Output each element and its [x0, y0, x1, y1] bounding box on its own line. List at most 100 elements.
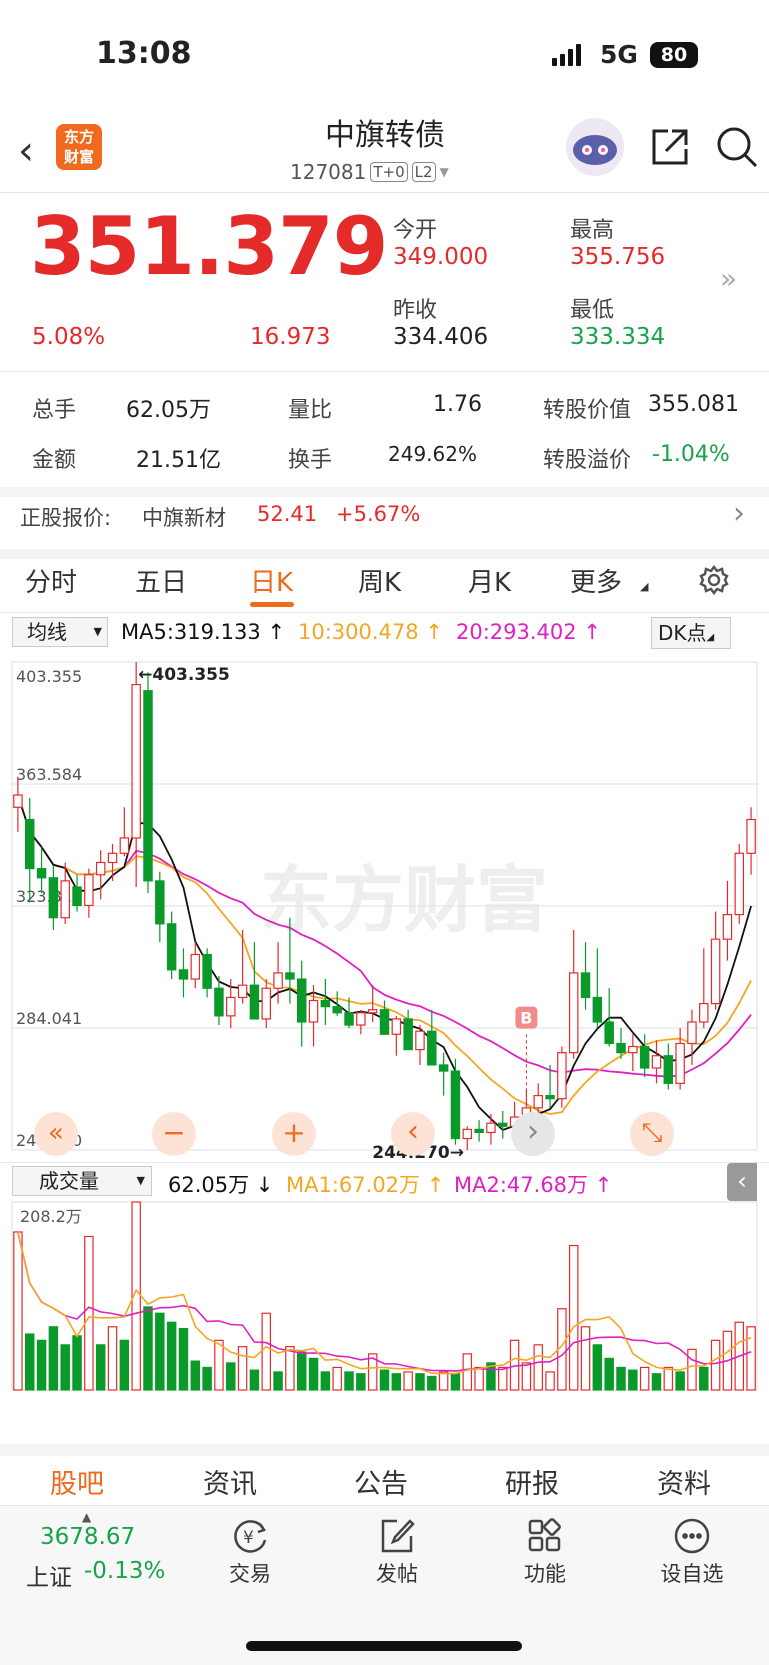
settings-gear-icon[interactable] [698, 564, 730, 600]
volume-bar [438, 1371, 449, 1391]
candle-body [190, 953, 201, 980]
nav-post[interactable]: 发帖 [347, 1516, 447, 1596]
dk-point-button[interactable]: DK点◢ [651, 617, 731, 649]
candle-body [143, 690, 153, 882]
candle-body [651, 1055, 662, 1069]
scroll-start-button[interactable]: « [34, 1112, 78, 1156]
volume-max-label: 208.2万 [20, 1207, 82, 1226]
ma5-legend: MA5:319.133 ↑ [121, 620, 286, 644]
vol-ma2-value: MA2:47.68万 [454, 1173, 589, 1197]
tab-announcements[interactable]: 公告 [354, 1462, 408, 1501]
index-name: 上证 [26, 1565, 72, 1591]
zoom-out-button[interactable]: − [152, 1112, 196, 1156]
volume-bar [60, 1344, 70, 1391]
candle-body [545, 1095, 555, 1100]
last-price: 351.379 [30, 200, 388, 293]
candle-body [486, 1122, 496, 1134]
candle-body [498, 1122, 508, 1127]
tab-intraday[interactable]: 分时 [25, 562, 77, 599]
tab-weekly-k[interactable]: 周K [358, 562, 401, 599]
low-value: 333.334 [570, 324, 666, 350]
candle-body [166, 923, 177, 971]
tab-profile[interactable]: 资料 [657, 1462, 711, 1501]
logo-line1: 东方 [63, 128, 94, 146]
nav-add-watchlist[interactable]: 设自选 [642, 1516, 742, 1596]
candle-body [639, 1045, 650, 1069]
tab-forum[interactable]: 股吧 [50, 1462, 104, 1501]
tab-more[interactable]: 更多 [570, 562, 622, 599]
candle-body [533, 1095, 543, 1109]
candle-body [332, 1006, 342, 1014]
volume-bar [13, 1231, 23, 1391]
search-icon[interactable] [714, 124, 760, 174]
max-price-label: ←403.355 [138, 665, 230, 685]
candle-body [60, 880, 70, 919]
side-panel-toggle[interactable]: ‹ [727, 1163, 757, 1201]
expand-chevron-icon[interactable]: » [720, 262, 737, 295]
nav-trade[interactable]: ¥ 交易 [200, 1516, 300, 1596]
edit-icon [377, 1516, 417, 1556]
code-row[interactable]: 127081 T+0 L2 ▼ [290, 160, 449, 184]
candle-body [296, 978, 307, 1023]
volume-bar [143, 1306, 153, 1391]
candle-body [675, 1042, 685, 1084]
scroll-right-button[interactable]: › [511, 1112, 555, 1156]
candle-body [403, 1018, 413, 1051]
index-ticker[interactable]: 3678.67 上证 -0.13% [0, 1520, 176, 1591]
selector-caret-icon: ▼ [93, 625, 102, 638]
back-icon[interactable]: ‹ [18, 128, 34, 174]
candle-body [13, 794, 23, 808]
volume-bar [155, 1312, 165, 1391]
nav-add-watchlist-label: 设自选 [660, 1562, 724, 1586]
dk-caret-icon: ◢ [706, 632, 715, 643]
nav-functions[interactable]: 功能 [495, 1516, 595, 1596]
tab-five-day[interactable]: 五日 [135, 562, 187, 599]
candle-body [95, 861, 106, 876]
candle-body [214, 987, 224, 1017]
underlying-label: 正股报价: [20, 506, 112, 530]
volume-bar [746, 1326, 756, 1391]
tab-news[interactable]: 资讯 [203, 1462, 257, 1501]
volume-bar [415, 1373, 425, 1391]
fullscreen-button[interactable]: ⤡ [630, 1112, 674, 1156]
volume-bar [214, 1339, 224, 1391]
volume-bar [663, 1366, 674, 1391]
zoom-in-icon: + [282, 1116, 306, 1149]
ma5-value: MA5:319.133 [121, 620, 261, 644]
candle-body [710, 938, 721, 1005]
candle-body [450, 1070, 461, 1140]
prev-close-value: 334.406 [393, 324, 489, 350]
volume-bar [285, 1346, 295, 1391]
candle-body [628, 1045, 638, 1054]
high-label: 最高 [570, 218, 615, 243]
share-icon[interactable] [648, 125, 692, 173]
nav-functions-label: 功能 [524, 1562, 566, 1586]
candle-body [356, 1012, 366, 1026]
scroll-left-icon: ‹ [407, 1114, 419, 1149]
candle-body [734, 852, 745, 916]
volume-bar [391, 1373, 402, 1391]
eastmoney-logo[interactable]: 东方 财富 [56, 124, 102, 170]
status-time: 13:08 [96, 36, 192, 71]
robot-assistant-icon[interactable] [566, 118, 624, 176]
underlying-chevron-icon[interactable]: › [733, 496, 745, 531]
volume-ratio-label: 量比 [288, 398, 333, 423]
candle-body [699, 1002, 709, 1023]
home-indicator [246, 1641, 522, 1651]
tab-research[interactable]: 研报 [505, 1462, 559, 1501]
indicator-selector[interactable]: 均线 ▼ [12, 617, 108, 647]
tab-monthly-k[interactable]: 月K [468, 562, 511, 599]
kline-chart[interactable]: 403.355363.584323.813284.041244.270 东方财富… [0, 650, 769, 1163]
volume-bar [24, 1333, 35, 1391]
tab-daily-k[interactable]: 日K [250, 562, 293, 599]
volume-chart: 208.2万 20250519202506172025071620250814 [0, 1200, 769, 1433]
nav-trade-label: 交易 [229, 1562, 271, 1586]
candle-body [285, 972, 295, 980]
zoom-in-button[interactable]: + [272, 1112, 316, 1156]
candle-body [84, 874, 94, 907]
scroll-left-button[interactable]: ‹ [391, 1112, 435, 1156]
volume-bar [95, 1344, 106, 1391]
underlying-change: +5.67% [336, 502, 421, 526]
volume-bar [237, 1346, 248, 1391]
volume-indicator-selector[interactable]: 成交量 ▼ [12, 1166, 152, 1196]
